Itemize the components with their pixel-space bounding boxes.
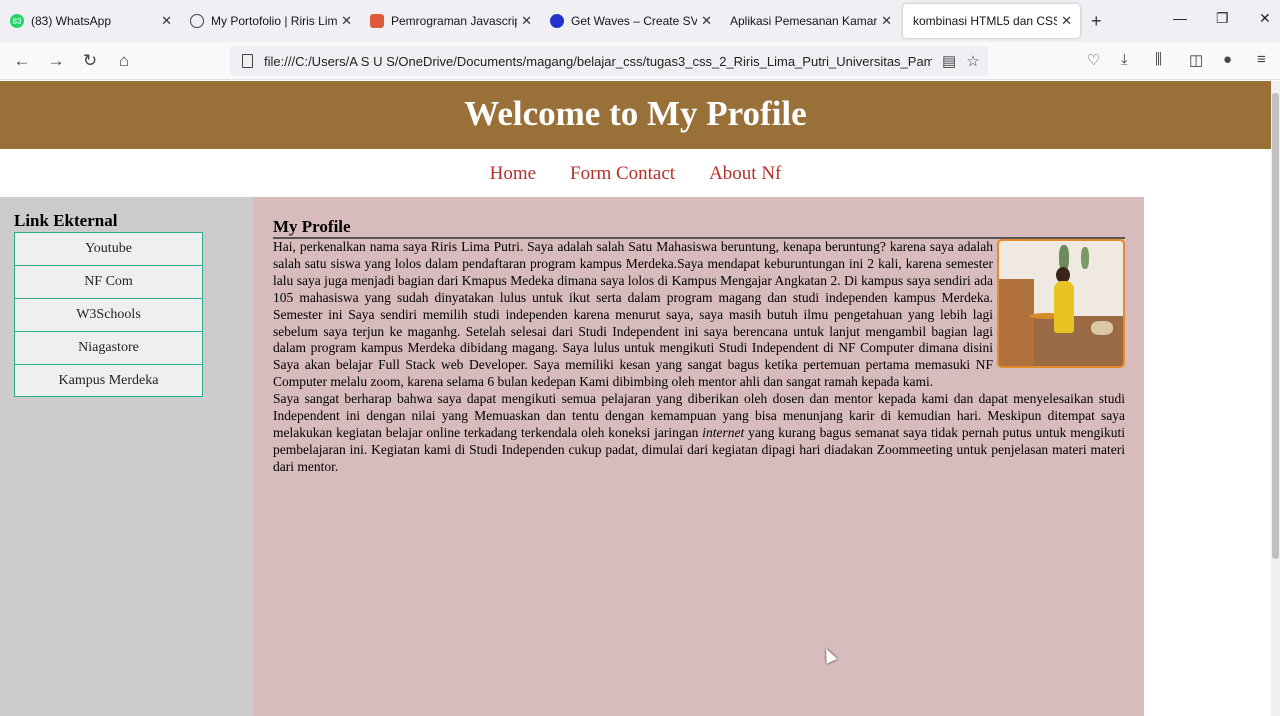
sidebar-link-w3schools[interactable]: W3Schools — [14, 298, 203, 331]
web-page: Welcome to My Profile Home Form Contact … — [0, 81, 1271, 716]
tab-bar: 83 (83) WhatsApp ✕ My Portofolio | Riris… — [0, 0, 1280, 42]
italic-word: internet — [702, 424, 745, 440]
back-icon[interactable]: ← — [11, 50, 33, 72]
tab-title: Pemrograman Javascript — [391, 14, 518, 28]
home-icon[interactable]: ⌂ — [113, 50, 135, 72]
whatsapp-icon: 83 — [10, 14, 24, 28]
sidebar-link-nf-com[interactable]: NF Com — [14, 265, 203, 298]
address-bar[interactable]: file:///C:/Users/A S U S/OneDrive/Docume… — [230, 46, 988, 76]
paragraph-hope: Saya sangat berharap bahwa saya dapat me… — [273, 391, 1125, 476]
page-header: Welcome to My Profile — [0, 81, 1271, 149]
new-tab-icon[interactable]: + — [1091, 11, 1102, 32]
sidebar: Link Ekternal Youtube NF Com W3Schools N… — [0, 197, 254, 716]
nav-link-form-contact[interactable]: Form Contact — [570, 149, 675, 199]
tab-whatsapp[interactable]: 83 (83) WhatsApp ✕ — [0, 4, 180, 38]
close-tab-icon[interactable]: ✕ — [161, 13, 172, 29]
url-text[interactable]: file:///C:/Users/A S U S/OneDrive/Docume… — [264, 54, 932, 69]
section-title: My Profile — [273, 217, 1125, 239]
top-navigation: Home Form Contact About Nf — [0, 149, 1271, 197]
tab-getwaves[interactable]: Get Waves – Create SVG waves ✕ — [540, 4, 720, 38]
sidebar-icon[interactable]: ◫ — [1189, 51, 1203, 69]
tab-javascript[interactable]: Pemrograman Javascript ✕ — [360, 4, 540, 38]
library-icon[interactable]: ⫼ — [1155, 51, 1162, 68]
tab-title: Get Waves – Create SVG waves — [571, 14, 698, 28]
vertical-scrollbar[interactable] — [1271, 81, 1280, 716]
sidebar-link-kampus-merdeka[interactable]: Kampus Merdeka — [14, 364, 203, 397]
javascript-icon — [370, 14, 384, 28]
tab-kombinasi-html-css[interactable]: kombinasi HTML5 dan CSS3 ✕ — [903, 4, 1080, 38]
page-title: Welcome to My Profile — [464, 94, 807, 133]
tab-portofolio[interactable]: My Portofolio | Riris Lima Putri ✕ — [180, 4, 360, 38]
close-tab-icon[interactable]: ✕ — [1061, 13, 1072, 29]
bookmark-star-icon[interactable]: ☆ — [966, 52, 979, 70]
close-window-icon[interactable]: ✕ — [1259, 10, 1271, 27]
file-icon — [242, 54, 253, 68]
globe-icon — [190, 14, 204, 28]
scrollbar-thumb[interactable] — [1272, 93, 1279, 559]
close-tab-icon[interactable]: ✕ — [521, 13, 532, 29]
external-links-list: Youtube NF Com W3Schools Niagastore Kamp… — [14, 232, 203, 397]
getwaves-icon — [550, 14, 564, 28]
close-tab-icon[interactable]: ✕ — [341, 13, 352, 29]
article-body: Hai, perkenalkan nama saya Riris Lima Pu… — [273, 239, 1125, 476]
reload-icon[interactable]: ↻ — [79, 50, 101, 72]
close-tab-icon[interactable]: ✕ — [881, 13, 892, 29]
sidebar-link-youtube[interactable]: Youtube — [14, 232, 203, 265]
tab-title: kombinasi HTML5 dan CSS3 — [913, 14, 1058, 28]
profile-photo — [997, 239, 1125, 368]
tab-title: (83) WhatsApp — [31, 14, 112, 28]
nav-link-home[interactable]: Home — [490, 149, 536, 199]
restore-icon[interactable]: ❐ — [1216, 10, 1229, 27]
navigation-bar: ← → ↻ ⌂ file:///C:/Users/A S U S/OneDriv… — [0, 42, 1280, 80]
minimize-icon[interactable]: — — [1173, 10, 1187, 26]
forward-icon[interactable]: → — [45, 50, 67, 72]
nav-link-about-nf[interactable]: About Nf — [709, 149, 781, 199]
sidebar-title: Link Ekternal — [14, 211, 118, 230]
account-icon[interactable]: ● — [1223, 51, 1232, 68]
close-tab-icon[interactable]: ✕ — [701, 13, 712, 29]
tab-title: My Portofolio | Riris Lima Putri — [211, 14, 338, 28]
main-content: My Profile Hai, perkenalkan nama saya Ri… — [254, 197, 1144, 716]
sidebar-link-niagastore[interactable]: Niagastore — [14, 331, 203, 364]
tab-pemesanan-kamar[interactable]: Aplikasi Pemesanan Kamar ✕ — [720, 4, 900, 38]
menu-icon[interactable]: ≡ — [1257, 51, 1266, 68]
pocket-icon[interactable]: ♡ — [1087, 51, 1100, 69]
tab-title: Aplikasi Pemesanan Kamar — [730, 14, 878, 28]
reader-view-icon[interactable]: ▤ — [942, 52, 956, 70]
download-icon[interactable]: ⤓ — [1121, 51, 1128, 68]
